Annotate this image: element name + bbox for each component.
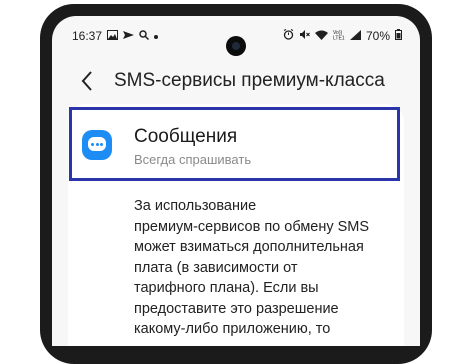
description-line: какому-либо приложению, то — [134, 321, 331, 337]
description-line: предоставите это разрешение — [134, 300, 339, 317]
image-icon — [107, 29, 119, 43]
page-title: SMS-сервисы премиум-класса — [114, 70, 385, 91]
description-line: премиум-сервисов по обмену SMS — [134, 218, 370, 235]
app-name: Сообщения — [134, 126, 238, 147]
status-time: 16:37 — [72, 29, 103, 43]
volte-icon: Vo)) LTE1 — [333, 29, 345, 43]
back-button[interactable] — [80, 68, 94, 98]
search-icon — [139, 29, 150, 43]
chevron-left-icon — [81, 71, 92, 91]
svg-text:LTE1: LTE1 — [333, 36, 345, 41]
description-line: За использование — [134, 198, 257, 214]
alarm-icon — [283, 29, 294, 43]
app-bar: SMS-сервисы премиум-класса — [52, 66, 420, 106]
app-permission-status: Всегда спрашивать — [134, 152, 252, 167]
front-camera — [226, 36, 246, 56]
mute-icon — [299, 29, 310, 43]
description-line: плата (в зависимости от — [134, 259, 298, 276]
dot-icon — [154, 30, 159, 42]
app-list-item-messages[interactable]: Сообщения Всегда спрашивать — [82, 120, 382, 170]
description-line: тарифного плана). Если вы — [134, 280, 319, 296]
send-icon — [123, 30, 135, 43]
battery-icon — [395, 29, 402, 43]
messages-app-icon — [82, 130, 112, 160]
description-text: За использование премиум-сервисов по обм… — [134, 196, 404, 340]
battery-percent: 70% — [365, 29, 390, 43]
wifi-icon — [314, 30, 328, 43]
signal-icon — [349, 29, 361, 43]
description-line: может взиматься дополнительная — [134, 239, 364, 255]
